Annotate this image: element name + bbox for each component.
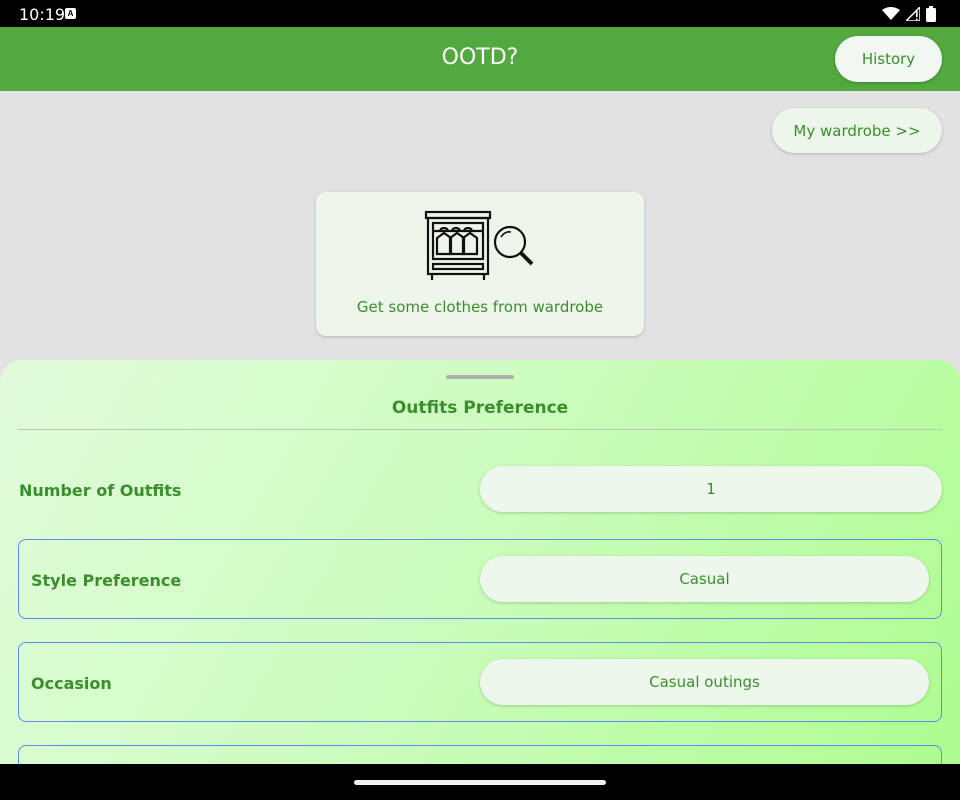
sheet-title: Outfits Preference	[391, 398, 569, 418]
next-preference-box	[18, 745, 942, 764]
sheet-divider	[18, 429, 942, 430]
style-preference-field[interactable]: Casual	[480, 556, 929, 602]
occasion-label: Occasion	[31, 674, 112, 693]
my-wardrobe-button[interactable]: My wardrobe >>	[772, 108, 942, 153]
notification-badge: A	[65, 8, 76, 19]
signal-icon	[906, 7, 920, 21]
status-icons	[882, 6, 936, 22]
app-bar: OOTD? History	[0, 27, 960, 91]
get-clothes-label: Get some clothes from wardrobe	[356, 298, 604, 316]
get-clothes-card[interactable]: Get some clothes from wardrobe	[316, 192, 644, 336]
status-time: 10:19	[19, 5, 66, 24]
app-title: OOTD?	[441, 45, 519, 70]
history-button[interactable]: History	[835, 36, 942, 82]
battery-icon	[926, 6, 936, 22]
sheet-drag-handle[interactable]	[446, 375, 514, 379]
style-preference-label: Style Preference	[31, 571, 182, 590]
wardrobe-search-icon	[424, 210, 534, 280]
navigation-bar	[0, 764, 960, 800]
number-of-outfits-field[interactable]: 1	[480, 466, 942, 512]
status-bar: 10:19 A	[0, 0, 960, 27]
home-gesture-handle[interactable]	[354, 780, 606, 785]
outfits-preference-sheet: Outfits Preference Number of Outfits 1 S…	[0, 360, 960, 764]
number-of-outfits-label: Number of Outfits	[19, 481, 182, 500]
occasion-field[interactable]: Casual outings	[480, 659, 929, 705]
wifi-icon	[882, 7, 900, 20]
